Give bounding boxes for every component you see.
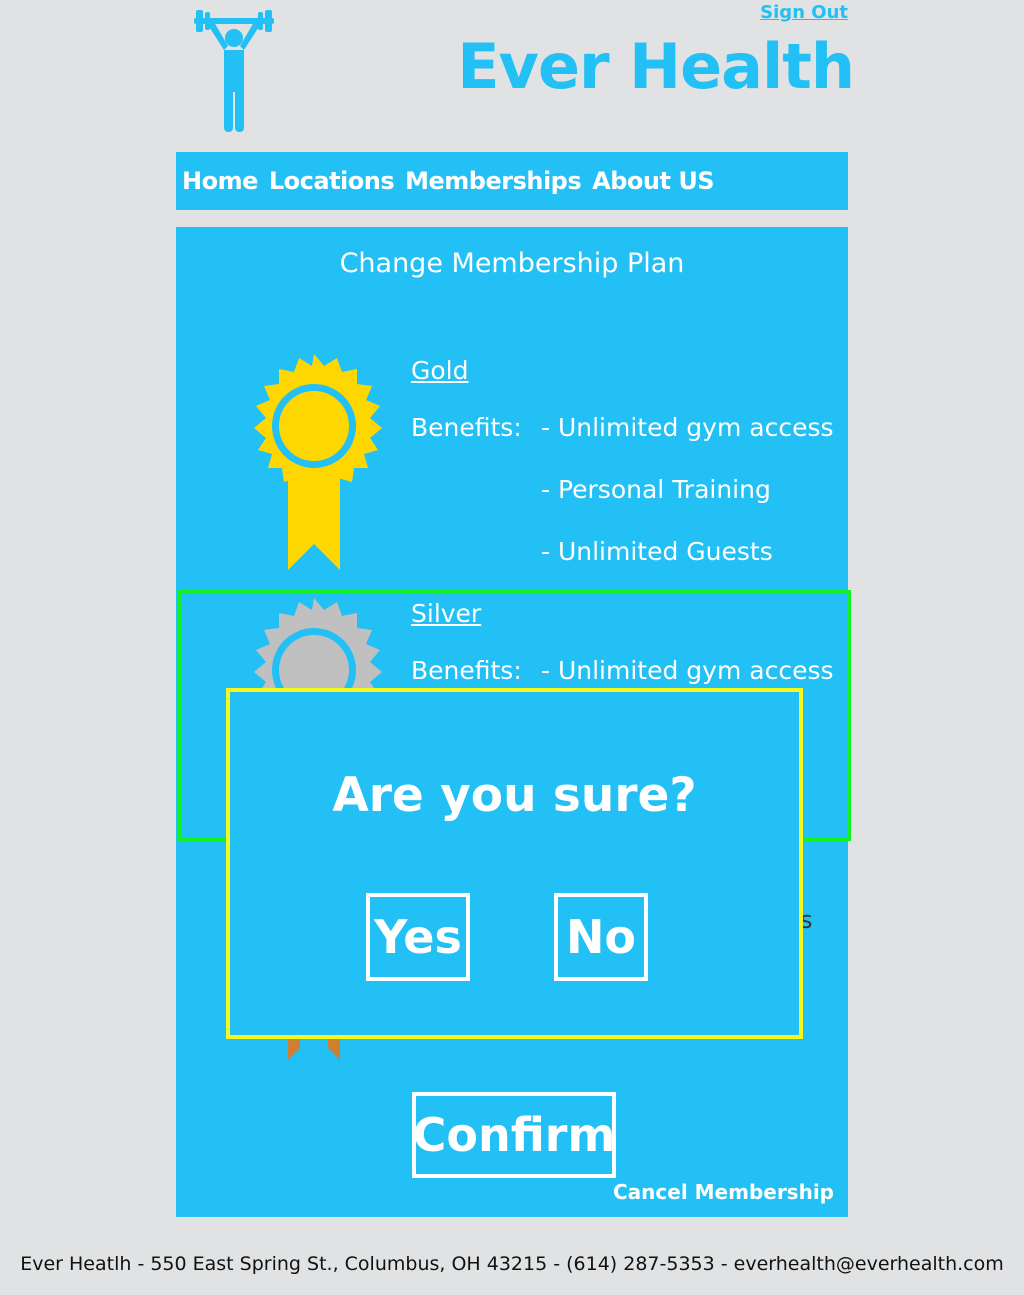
gold-award-ribbon-icon — [254, 354, 382, 570]
cancel-membership-link[interactable]: Cancel Membership — [613, 1180, 834, 1204]
sign-out-link[interactable]: Sign Out — [760, 2, 848, 23]
benefit-item: - Personal Training — [541, 475, 771, 504]
main-nav: Home Locations Memberships About US — [176, 152, 848, 210]
footer-contact: Ever Heatlh - 550 East Spring St., Colum… — [20, 1253, 1004, 1275]
benefits-label: Benefits: — [411, 656, 522, 685]
plan-name-gold[interactable]: Gold — [411, 356, 468, 385]
site-title: Ever Health — [457, 30, 855, 103]
confirm-button[interactable]: Confirm — [412, 1092, 616, 1178]
nav-item-home[interactable]: Home — [182, 167, 258, 195]
nav-item-memberships[interactable]: Memberships — [405, 167, 582, 195]
page-title: Change Membership Plan — [339, 248, 685, 279]
yes-button[interactable]: Yes — [366, 893, 470, 981]
nav-item-locations[interactable]: Locations — [269, 167, 395, 195]
benefit-item: - Unlimited gym access — [541, 413, 834, 442]
nav-item-about-us[interactable]: About US — [592, 167, 714, 195]
dialog-question: Are you sure? — [332, 768, 697, 823]
benefit-item: - Unlimited gym access — [541, 656, 834, 685]
plan-name-silver[interactable]: Silver — [411, 599, 481, 628]
weightlifter-icon — [194, 10, 274, 132]
confirm-dialog: Are you sure? Yes No — [226, 688, 803, 1039]
no-button[interactable]: No — [554, 893, 648, 981]
benefit-item: - Unlimited Guests — [541, 537, 773, 566]
benefits-label: Benefits: — [411, 413, 522, 442]
